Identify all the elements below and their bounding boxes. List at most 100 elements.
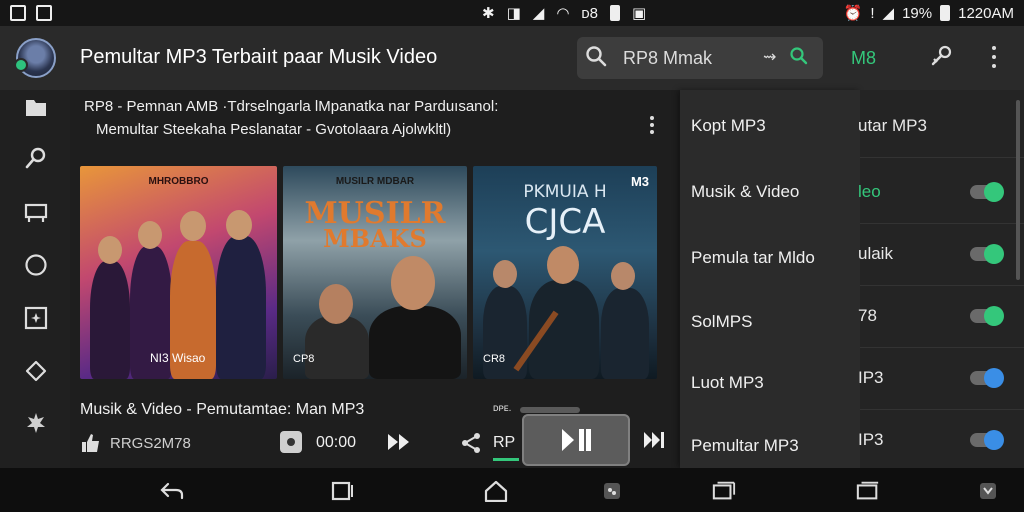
list-item-label: IP3 <box>858 430 884 449</box>
key-icon[interactable] <box>930 44 954 73</box>
list-item-label: leo <box>858 182 881 201</box>
thumbs-up-icon[interactable] <box>80 432 102 459</box>
list-item[interactable]: leo <box>858 162 1024 224</box>
mini-progress-track[interactable] <box>520 407 580 413</box>
scrollbar[interactable] <box>1016 100 1020 280</box>
toggle-switch[interactable] <box>970 368 1004 388</box>
mini-player-label: ᴅᴘᴇ. <box>493 403 512 414</box>
list-item-label: 78 <box>858 306 877 325</box>
battery-small-icon <box>610 5 621 21</box>
menu-item-luot-mp3[interactable]: Luot MP3 <box>691 373 764 393</box>
app-bar: Pemultar MP3 Terbaiıt paar Musik Video R… <box>0 26 1024 90</box>
battery-percent: 19% <box>902 4 933 22</box>
share-icon[interactable] <box>460 432 482 459</box>
album-3-face <box>611 262 635 290</box>
record-button[interactable] <box>280 431 302 453</box>
menu-item-pemultar-mp3[interactable]: Pemultar MP3 <box>691 436 799 456</box>
album-3-top-label: PKMUIA H <box>523 182 607 202</box>
album-1-face <box>226 210 252 240</box>
album-2-figure <box>305 316 369 379</box>
assistant-icon[interactable] <box>600 480 624 502</box>
sparkle-icon[interactable] <box>24 306 48 330</box>
list-item[interactable]: IP3 <box>858 410 1024 472</box>
description-line-1: RP8 - Pemnan AMB ·Tdrselngarla lMpanatka… <box>84 98 499 115</box>
search-input[interactable]: RP8 Mmak ⇝ <box>577 37 823 79</box>
description-more-icon[interactable] <box>648 114 656 136</box>
album-cards: MHROBBRO NI3 Wisao MUSILR MDBAR MUSILR M… <box>80 166 657 379</box>
battery-icon <box>940 5 951 21</box>
album-card-1[interactable]: MHROBBRO NI3 Wisao <box>80 166 277 379</box>
album-1-bottom-label: NI3 Wisao <box>150 351 206 365</box>
library-icon[interactable] <box>24 96 48 120</box>
avatar-status-badge <box>14 58 28 72</box>
window-icon[interactable] <box>712 480 736 502</box>
menu-item-solmps[interactable]: SolMPS <box>691 312 752 332</box>
album-1-face <box>138 221 162 249</box>
overflow-menu: Kopt MP3 Musik & Video Pemula tar Mldo S… <box>680 90 860 468</box>
album-1-figure <box>216 236 266 379</box>
list-item-label: IP3 <box>858 368 884 387</box>
settings-icon[interactable] <box>24 411 48 435</box>
list-item[interactable]: utar MP3 <box>858 96 1024 158</box>
recent-apps-icon[interactable] <box>330 480 354 502</box>
status-bar: ✱ ◨ ◢ ◠ ᴅ8 ▣ ⏰ ǃ ◢ 19% 1220AM <box>0 0 1024 26</box>
toggle-switch[interactable] <box>970 306 1004 326</box>
album-1-top-label: MHROBBRO <box>148 176 209 187</box>
gallery-notification-icon <box>10 5 26 21</box>
album-2-title-line-2: MBAKS <box>323 224 427 253</box>
search-nav-icon[interactable] <box>24 146 48 170</box>
list-item-label: utar MP3 <box>858 116 927 135</box>
multi-window-icon[interactable] <box>856 480 880 502</box>
swap-arrow-icon[interactable]: ⇝ <box>763 47 776 67</box>
wifi-icon: ◠ <box>556 5 570 22</box>
list-item[interactable]: ulaik <box>858 224 1024 286</box>
search-icon <box>585 45 607 72</box>
album-1-face <box>98 236 122 264</box>
rp-label[interactable]: RP <box>493 434 515 452</box>
album-3-figure <box>601 288 649 379</box>
list-item[interactable]: IP3 <box>858 348 1024 410</box>
m8-button[interactable]: M8 <box>851 48 876 69</box>
play-pause-icon <box>562 429 591 451</box>
cell-signal-icon: ◢ <box>882 5 895 22</box>
page-title: Pemultar MP3 Terbaiıt paar Musik Video <box>80 46 438 68</box>
album-1-face <box>180 211 206 241</box>
track-code: RRGS2M78 <box>110 435 191 452</box>
settings-list: utar MP3 leo ulaik 78 IP3 IP3 <box>858 90 1024 468</box>
rp-indicator <box>493 458 519 461</box>
album-card-3[interactable]: M3 PKMUIA H CJCA CR8 <box>473 166 657 379</box>
menu-item-pemula-tar-mldo[interactable]: Pemula tar Mldo <box>691 248 815 268</box>
menu-item-kopt-mp3[interactable]: Kopt MP3 <box>691 116 766 136</box>
album-2-corner-label: CP8 <box>293 353 315 365</box>
more-options-icon[interactable] <box>986 44 1002 70</box>
album-card-2[interactable]: MUSILR MDBAR MUSILR MBAKS CP8 <box>283 166 467 379</box>
list-item[interactable]: 78 <box>858 286 1024 348</box>
back-icon[interactable] <box>160 480 184 502</box>
album-3-face <box>493 260 517 288</box>
now-playing-title: Musik & Video - Pemutamtae: Man MP3 <box>80 401 365 418</box>
album-3-title: CJCA <box>524 202 606 242</box>
home-icon[interactable] <box>484 480 508 502</box>
description-line-2: Memultar Steekaha Peslanatar - Gvotolaar… <box>96 121 452 138</box>
skip-next-icon[interactable] <box>643 430 665 455</box>
status-text: ᴅ8 <box>581 4 599 22</box>
toggle-switch[interactable] <box>970 430 1004 450</box>
list-item-label: ulaik <box>858 244 893 263</box>
keyboard-icon[interactable] <box>976 480 1000 502</box>
signal-icon: ◢ <box>532 5 545 22</box>
system-navigation-bar <box>0 468 1024 512</box>
circle-icon[interactable] <box>24 253 48 277</box>
tag-icon[interactable] <box>24 359 48 383</box>
toggle-switch[interactable] <box>970 182 1004 202</box>
menu-item-musik-video[interactable]: Musik & Video <box>691 182 799 202</box>
playlist-icon[interactable] <box>24 200 48 224</box>
bluetooth-icon: ✱ <box>482 5 495 22</box>
toggle-switch[interactable] <box>970 244 1004 264</box>
shield-icon: ◨ <box>506 5 521 22</box>
fast-forward-icon[interactable] <box>386 431 412 458</box>
album-1-figure <box>90 261 130 379</box>
left-navigation-rail <box>0 90 70 468</box>
play-pause-button[interactable] <box>522 414 630 466</box>
album-2-face <box>391 256 435 310</box>
search-submit-icon[interactable] <box>789 45 809 72</box>
